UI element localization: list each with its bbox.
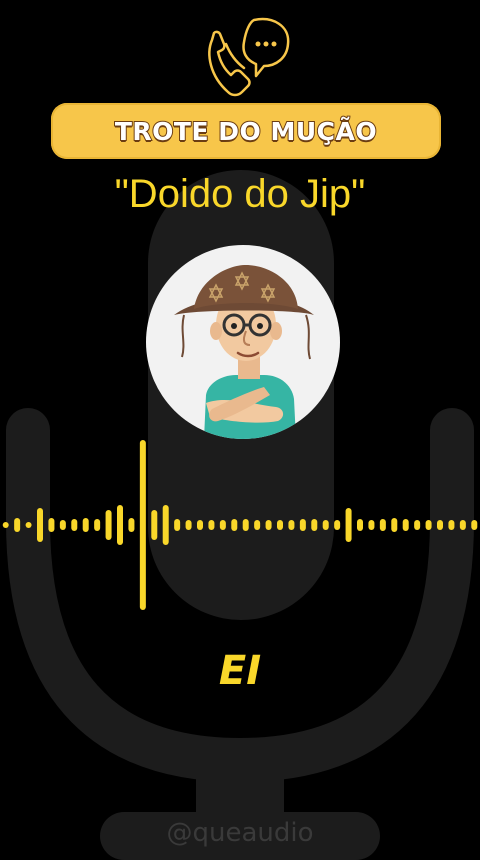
- waveform-bar: [59, 520, 66, 530]
- audio-visualizer-screen: TROTE DO MUÇÃO "Doido do Jip" EI @queaud…: [0, 0, 480, 860]
- waveform-bar: [437, 520, 443, 530]
- waveform-bar: [71, 519, 78, 531]
- waveform-bar: [25, 522, 32, 528]
- waveform-bar: [2, 522, 9, 528]
- waveform-bar: [37, 508, 43, 542]
- waveform-bar: [368, 520, 375, 530]
- waveform-bar: [231, 519, 238, 531]
- waveform-bar: [265, 520, 272, 530]
- waveform-bar: [288, 520, 295, 530]
- waveform-bar: [391, 518, 398, 532]
- waveform-bar: [151, 510, 158, 540]
- waveform-bar: [139, 440, 146, 610]
- waveform-bar: [322, 520, 329, 530]
- lyric-caption: EI: [217, 647, 262, 696]
- waveform-bar: [105, 510, 112, 540]
- waveform-bar: [471, 520, 478, 530]
- waveform-bar: [311, 519, 318, 531]
- banner-title: TROTE DO MUÇÃO: [114, 116, 378, 147]
- waveform-bar: [448, 520, 455, 530]
- audio-waveform: [2, 440, 478, 610]
- waveform-bar: [197, 520, 203, 530]
- waveform-bar: [185, 520, 192, 530]
- phone-chat-logo-icon: [208, 17, 290, 97]
- waveform-bar: [208, 520, 215, 530]
- waveform-bar: [162, 505, 169, 545]
- waveform-bar: [379, 519, 386, 531]
- cartoon-man-icon: [174, 265, 314, 439]
- waveform-bar: [174, 519, 181, 531]
- waveform-bar: [414, 520, 421, 530]
- avatar: [146, 245, 340, 439]
- waveform-bar: [299, 519, 306, 531]
- waveform-bar: [242, 519, 249, 531]
- waveform-bar: [402, 519, 409, 531]
- waveform-bar: [128, 518, 135, 532]
- waveform-bar: [345, 508, 352, 542]
- waveform-bar: [254, 520, 261, 530]
- title-banner: TROTE DO MUÇÃO: [51, 103, 441, 159]
- waveform-bar: [357, 519, 363, 531]
- track-subtitle: "Doido do Jip": [114, 172, 366, 216]
- waveform-bar: [48, 518, 55, 532]
- waveform-bar: [219, 520, 226, 530]
- waveform-bar: [94, 519, 101, 531]
- waveform-bar: [277, 520, 283, 530]
- waveform-bar: [459, 520, 466, 530]
- waveform-bar: [14, 518, 21, 532]
- waveform-bar: [334, 520, 341, 530]
- waveform-bar: [117, 505, 123, 545]
- waveform-bar: [425, 520, 432, 530]
- waveform-bar: [82, 518, 89, 532]
- watermark: @queaudio: [166, 818, 314, 848]
